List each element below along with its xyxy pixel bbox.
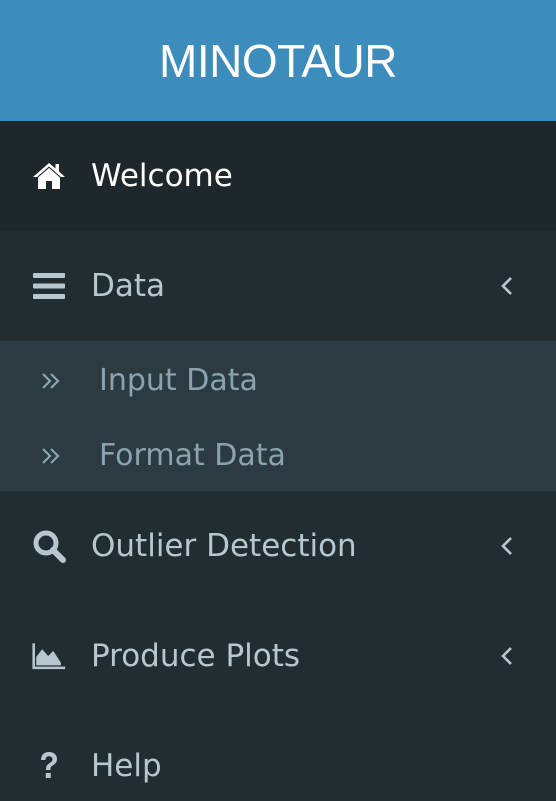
header: MINOTAUR	[0, 0, 556, 121]
sidebar-item-label: Outlier Detection	[91, 528, 357, 564]
sidebar-item-label: Produce Plots	[91, 638, 301, 674]
area-chart-icon	[32, 640, 66, 672]
data-submenu: Input Data Format Data	[0, 341, 556, 491]
home-icon	[32, 161, 66, 191]
bars-icon	[32, 273, 66, 299]
question-icon	[32, 751, 66, 781]
sidebar-item-welcome[interactable]: Welcome	[0, 121, 556, 231]
sidebar-item-data[interactable]: Data	[0, 231, 556, 341]
sidebar-item-label: Welcome	[91, 158, 233, 194]
sidebar-menu: Welcome Data Input Data Format Data Outl…	[0, 121, 556, 801]
sidebar-item-produce-plots[interactable]: Produce Plots	[0, 601, 556, 711]
chevron-left-icon	[498, 645, 516, 667]
search-icon	[32, 529, 66, 563]
chevron-left-icon	[498, 275, 516, 297]
sidebar-subitem-label: Format Data	[99, 438, 286, 473]
app-logo[interactable]: MINOTAUR	[159, 34, 397, 88]
chevron-left-icon	[498, 535, 516, 557]
sidebar-item-help[interactable]: Help	[0, 711, 556, 801]
sidebar-item-label: Help	[91, 748, 162, 784]
sidebar-item-outlier-detection[interactable]: Outlier Detection	[0, 491, 556, 601]
sidebar-subitem-input-data[interactable]: Input Data	[0, 343, 556, 418]
sidebar-subitem-format-data[interactable]: Format Data	[0, 418, 556, 493]
double-chevron-right-icon	[38, 371, 64, 391]
double-chevron-right-icon	[38, 446, 64, 466]
sidebar-item-label: Data	[91, 268, 166, 304]
app-root: MINOTAUR Welcome Data Input Data Format …	[0, 0, 556, 801]
sidebar-subitem-label: Input Data	[99, 363, 258, 398]
